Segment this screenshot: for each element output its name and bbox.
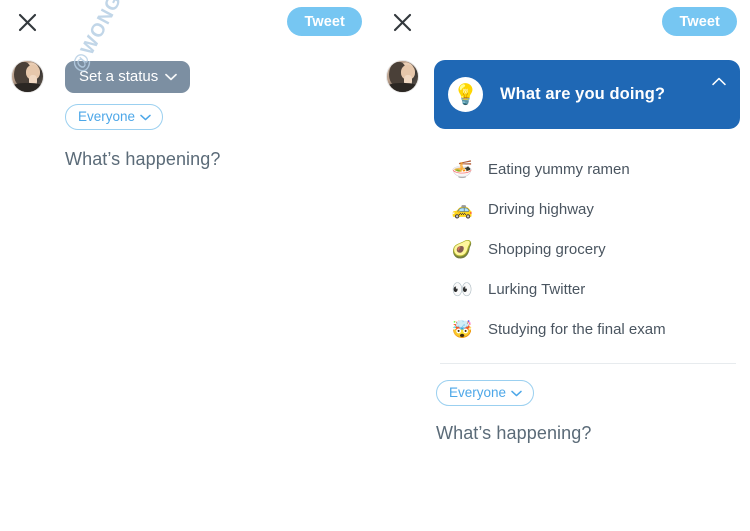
avatar[interactable] [386,60,419,93]
list-item-label: Shopping grocery [488,240,606,258]
right-compose-row: 💡 What are you doing? 🍜 Eating yummy ram… [375,44,750,444]
list-item-label: Driving highway [488,200,594,218]
lightbulb-icon: 💡 [448,77,483,112]
left-top-bar: Tweet [0,0,375,44]
list-item[interactable]: 🚕 Driving highway [434,189,740,229]
tweet-button[interactable]: Tweet [287,7,362,36]
list-item[interactable]: 🍜 Eating yummy ramen [434,149,740,189]
avatar-shoulder [387,82,418,92]
set-a-status-label: Set a status [79,68,159,85]
audience-selector[interactable]: Everyone [65,104,164,130]
ramen-icon: 🍜 [451,159,474,179]
list-item[interactable]: 🥑 Shopping grocery [434,229,740,269]
set-a-status-button[interactable]: Set a status [65,61,191,93]
audience-selector[interactable]: Everyone [436,380,535,406]
status-options-list: 🍜 Eating yummy ramen 🚕 Driving highway 🥑… [434,149,740,349]
status-prompt-banner[interactable]: 💡 What are you doing? [434,60,740,129]
list-item[interactable]: 🤯 Studying for the final exam [434,309,740,349]
list-item-label: Studying for the final exam [488,320,666,338]
tweet-button[interactable]: Tweet [662,7,737,36]
chevron-down-icon [165,68,178,85]
chevron-up-icon[interactable] [712,73,726,91]
exploding-head-icon: 🤯 [451,319,474,339]
list-item-label: Eating yummy ramen [488,160,630,178]
avatar[interactable] [11,60,44,93]
right-content-column: 💡 What are you doing? 🍜 Eating yummy ram… [419,60,740,444]
composer-placeholder[interactable]: What’s happening? [436,423,740,444]
left-compose-column: Set a status Everyone What’s happening? [44,60,220,170]
chevron-down-icon [140,109,151,124]
list-item-label: Lurking Twitter [488,280,586,298]
taxi-icon: 🚕 [451,199,474,219]
banner-title: What are you doing? [500,85,666,103]
right-screen-status-picker: Tweet 💡 What are you doing? 🍜 Eating yum… [375,0,750,531]
chevron-down-icon [511,385,522,400]
composer-placeholder[interactable]: What’s happening? [65,149,220,170]
close-icon[interactable] [389,9,415,35]
eyes-icon: 👀 [451,279,474,299]
audience-label: Everyone [78,109,136,124]
avocado-icon: 🥑 [451,239,474,259]
left-compose-row: Set a status Everyone What’s happening? [0,44,375,170]
avatar-shoulder [12,82,43,92]
right-composer-section: Everyone What’s happening? [434,364,740,444]
audience-label: Everyone [449,385,507,400]
screenshot-pair: Tweet Set a status Everyone What’s happe… [0,0,750,531]
right-top-bar: Tweet [375,0,750,44]
close-icon[interactable] [14,9,40,35]
left-screen-collapsed-composer: Tweet Set a status Everyone What’s happe… [0,0,375,531]
list-item[interactable]: 👀 Lurking Twitter [434,269,740,309]
